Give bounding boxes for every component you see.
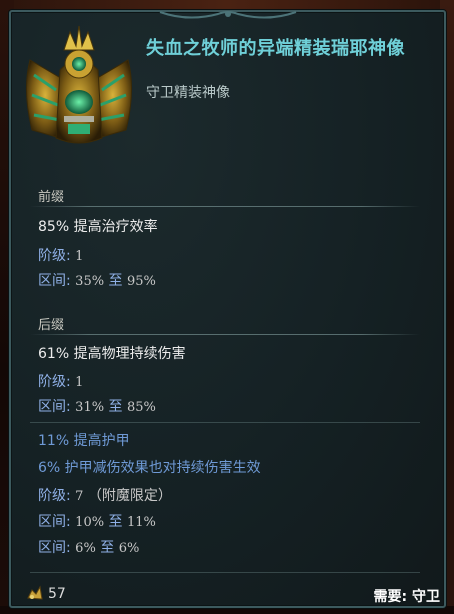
range-to: 至 — [108, 273, 123, 289]
prefix-mod-tier: 阶级: 1 — [38, 245, 83, 265]
range-label: 区间 — [38, 540, 66, 556]
prefix-mod-range: 区间: 35% 至 95% — [38, 270, 156, 290]
range-colon: : — [66, 399, 76, 415]
scrap-currency-icon — [27, 585, 43, 600]
range-max: 85% — [126, 400, 156, 415]
prefix-mod-text: 85% 提高治疗效率 — [38, 219, 158, 235]
tier-note: （附魔限定） — [87, 488, 172, 504]
tier-label: 阶级 — [38, 488, 66, 504]
range-to: 至 — [108, 514, 123, 530]
tier-colon: : — [66, 374, 76, 390]
range-colon: : — [66, 540, 76, 556]
footer-count: 57 — [48, 586, 66, 602]
implicit-mod-tier: 阶级: 7 （附魔限定） — [38, 485, 172, 505]
class-requirement: 需要: 守卫 — [373, 589, 440, 605]
panel-ornament-icon — [159, 11, 296, 19]
implicit-mod-line-1: 11% 提高护甲 — [38, 433, 130, 449]
implicit-divider — [30, 422, 420, 423]
item-base-type: 守卫精装神像 — [146, 85, 230, 101]
tier-colon: : — [66, 488, 76, 504]
range-label: 区间 — [38, 399, 66, 415]
implicit-mod-line-2: 6% 护甲减伤效果也对持续伤害生效 — [38, 460, 261, 476]
tier-label: 阶级 — [38, 248, 66, 264]
suffix-divider — [30, 334, 420, 335]
prefix-header: 前缀 — [38, 190, 65, 205]
range-colon: : — [66, 273, 76, 289]
suffix-mod-range: 区间: 31% 至 85% — [38, 396, 156, 416]
item-title: 失血之牧师的异端精装瑞耶神像 — [146, 38, 405, 59]
range-label: 区间 — [38, 514, 66, 530]
range-label: 区间 — [38, 273, 66, 289]
range-min: 31% — [75, 400, 105, 415]
tier-value: 1 — [75, 249, 84, 264]
prefix-divider — [30, 206, 420, 207]
range-to: 至 — [100, 540, 115, 556]
range-min: 35% — [75, 274, 105, 289]
range-max: 11% — [126, 515, 156, 530]
tier-value: 7 — [75, 489, 84, 504]
idol-item-icon — [25, 25, 133, 144]
range-min: 10% — [75, 515, 105, 530]
range-to: 至 — [108, 399, 123, 415]
footer-divider — [30, 572, 420, 573]
implicit-range-1: 区间: 10% 至 11% — [38, 511, 156, 531]
range-colon: : — [66, 514, 76, 530]
suffix-mod-text: 61% 提高物理持续伤害 — [38, 346, 186, 362]
range-max: 6% — [118, 541, 140, 556]
range-min: 6% — [75, 541, 96, 556]
implicit-range-2: 区间: 6% 至 6% — [38, 537, 139, 557]
suffix-mod-tier: 阶级: 1 — [38, 371, 83, 391]
suffix-header: 后缀 — [38, 318, 65, 333]
range-max: 95% — [126, 274, 156, 289]
tier-label: 阶级 — [38, 374, 66, 390]
tier-value: 1 — [75, 375, 84, 390]
tier-colon: : — [66, 248, 76, 264]
